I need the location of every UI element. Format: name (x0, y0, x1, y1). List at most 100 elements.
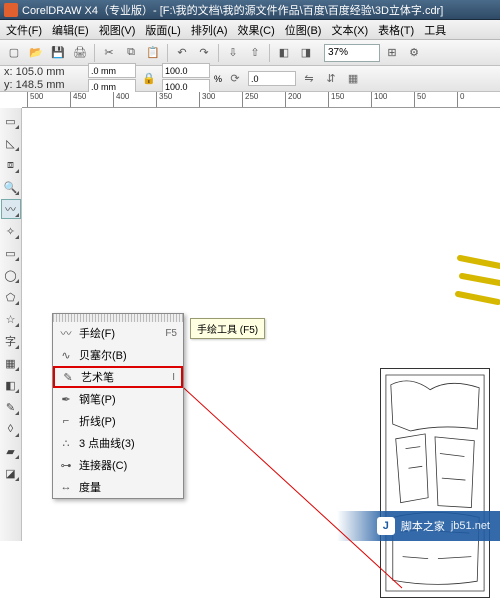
watermark-text: 脚本之家 (401, 518, 445, 534)
flyout-item-pen[interactable]: ✒钢笔(P) (53, 388, 183, 410)
watermark: J 脚本之家 jb51.net (337, 511, 500, 541)
canvas[interactable]: 〰手绘(F)F5 ∿贝塞尔(B) ✎艺术笔I ✒钢笔(P) ⌐折线(P) ∴3 … (22, 108, 500, 541)
toolbox: ▭ ◺ ⧈ 🔍 〰 ✧ ▭ ◯ ⬠ ☆ 字 ▦ ◧ ✎ ◊ ▰ ◪ (0, 108, 22, 541)
flyout-item-artistic[interactable]: ✎艺术笔I (53, 366, 183, 388)
menu-edit[interactable]: 编辑(E) (52, 22, 89, 38)
freehand-tool-icon[interactable]: 〰 (1, 199, 21, 219)
window-title: CorelDRAW X4（专业版）- [F:\我的文档\我的源文件作品\百度\百… (22, 2, 443, 18)
pos-y: y: 148.5 mm (4, 79, 84, 91)
bezier-icon: ∿ (59, 349, 73, 362)
separator (94, 44, 95, 62)
menu-table[interactable]: 表格(T) (378, 22, 414, 38)
interactive-tool-icon[interactable]: ◧ (1, 375, 21, 395)
mirror-h-icon[interactable]: ⇋ (300, 70, 318, 88)
launch-icon[interactable]: ◧ (274, 43, 294, 63)
dimension-icon: ↔ (59, 481, 73, 493)
lock-ratio-icon[interactable]: 🔒 (140, 70, 158, 88)
flyout-item-connector[interactable]: ⊶连接器(C) (53, 454, 183, 476)
flyout-item-dimension[interactable]: ↔度量 (53, 476, 183, 498)
menu-tools[interactable]: 工具 (424, 22, 446, 38)
export-icon[interactable]: ⇧ (245, 43, 265, 63)
flyout-item-3ptcurve[interactable]: ∴3 点曲线(3) (53, 432, 183, 454)
crop-tool-icon[interactable]: ⧈ (1, 155, 21, 175)
paste-icon[interactable]: 📋 (143, 43, 163, 63)
table-tool-icon[interactable]: ▦ (1, 353, 21, 373)
yellow-streaks (450, 248, 500, 308)
ruler-horizontal: 500 450 400 350 300 250 200 150 100 50 0 (22, 92, 500, 108)
flyout-label: 贝塞尔(B) (79, 347, 177, 363)
shape-tool-icon[interactable]: ◺ (1, 133, 21, 153)
interactive-fill-icon[interactable]: ◪ (1, 463, 21, 483)
connector-icon: ⊶ (59, 459, 73, 472)
rotate-icon: ⟳ (226, 70, 244, 88)
tooltip: 手绘工具 (F5) (190, 318, 265, 339)
ruler-tick: 100 (371, 92, 387, 108)
ruler-tick: 50 (414, 92, 426, 108)
ruler-tick: 250 (242, 92, 258, 108)
pen-icon: ✒ (59, 393, 73, 406)
import-icon[interactable]: ⇩ (223, 43, 243, 63)
flyout-label: 艺术笔 (81, 369, 166, 385)
text-tool-icon[interactable]: 字 (1, 331, 21, 351)
flyout-item-freehand[interactable]: 〰手绘(F) F5 (53, 322, 183, 344)
ruler-tick: 300 (199, 92, 215, 108)
ruler-tick: 350 (156, 92, 172, 108)
welcome-icon[interactable]: ◨ (296, 43, 316, 63)
save-icon[interactable]: 💾 (48, 43, 68, 63)
misc-icon[interactable]: ▦ (344, 70, 362, 88)
menu-bar[interactable]: 文件(F) 编辑(E) 视图(V) 版面(L) 排列(A) 效果(C) 位图(B… (0, 20, 500, 40)
polygon-tool-icon[interactable]: ⬠ (1, 287, 21, 307)
copy-icon[interactable]: ⧉ (121, 43, 141, 63)
watermark-logo: J (377, 517, 395, 535)
shortcut: F5 (165, 328, 177, 339)
flyout-grip[interactable] (53, 314, 183, 322)
flyout-label: 手绘(F) (79, 325, 159, 341)
smart-tool-icon[interactable]: ✧ (1, 221, 21, 241)
pick-tool-icon[interactable]: ▭ (1, 111, 21, 131)
menu-layout[interactable]: 版面(L) (145, 22, 180, 38)
position-readout: x: 105.0 mm y: 148.5 mm (4, 66, 84, 90)
polyline-icon: ⌐ (59, 415, 73, 427)
shortcut: I (172, 372, 175, 383)
menu-view[interactable]: 视图(V) (99, 22, 136, 38)
rectangle-tool-icon[interactable]: ▭ (1, 243, 21, 263)
curve-flyout[interactable]: 〰手绘(F)F5 ∿贝塞尔(B) ✎艺术笔I ✒钢笔(P) ⌐折线(P) ∴3 … (52, 313, 184, 499)
zoom-tool-icon[interactable]: 🔍 (1, 177, 21, 197)
artwork-outline[interactable] (380, 368, 490, 598)
snap-icon[interactable]: ⊞ (382, 43, 402, 63)
menu-arrange[interactable]: 排列(A) (191, 22, 228, 38)
outline-tool-icon[interactable]: ◊ (1, 419, 21, 439)
open-icon[interactable]: 📂 (26, 43, 46, 63)
eyedropper-icon[interactable]: ✎ (1, 397, 21, 417)
freehand-icon: 〰 (59, 325, 73, 341)
redo-icon[interactable]: ↷ (194, 43, 214, 63)
ruler-tick: 0 (457, 92, 464, 108)
mirror-v-icon[interactable]: ⇵ (322, 70, 340, 88)
percent-label: % (214, 74, 222, 84)
separator (218, 44, 219, 62)
width-field[interactable] (88, 63, 136, 78)
menu-bitmaps[interactable]: 位图(B) (285, 22, 322, 38)
flyout-item-bezier[interactable]: ∿ 贝塞尔(B) (53, 344, 183, 366)
angle-field[interactable] (248, 71, 296, 86)
property-bar: x: 105.0 mm y: 148.5 mm 🔒 % ⟳ ⇋ ⇵ ▦ (0, 66, 500, 92)
menu-text[interactable]: 文本(X) (331, 22, 368, 38)
fill-tool-icon[interactable]: ▰ (1, 441, 21, 461)
flyout-label: 3 点曲线(3) (79, 435, 177, 451)
ruler-tick: 150 (328, 92, 344, 108)
app-icon (4, 3, 18, 17)
scale-x-field[interactable] (162, 63, 210, 78)
options-icon[interactable]: ⚙ (404, 43, 424, 63)
cut-icon[interactable]: ✂ (99, 43, 119, 63)
zoom-combo[interactable] (324, 44, 380, 62)
undo-icon[interactable]: ↶ (172, 43, 192, 63)
menu-effects[interactable]: 效果(C) (238, 22, 275, 38)
print-icon[interactable]: 🖨 (70, 43, 90, 63)
ellipse-tool-icon[interactable]: ◯ (1, 265, 21, 285)
new-icon[interactable]: ▢ (4, 43, 24, 63)
flyout-item-polyline[interactable]: ⌐折线(P) (53, 410, 183, 432)
menu-file[interactable]: 文件(F) (6, 22, 42, 38)
ruler-tick: 200 (285, 92, 301, 108)
standard-toolbar: ▢ 📂 💾 🖨 ✂ ⧉ 📋 ↶ ↷ ⇩ ⇧ ◧ ◨ ⊞ ⚙ (0, 40, 500, 66)
basic-shapes-icon[interactable]: ☆ (1, 309, 21, 329)
